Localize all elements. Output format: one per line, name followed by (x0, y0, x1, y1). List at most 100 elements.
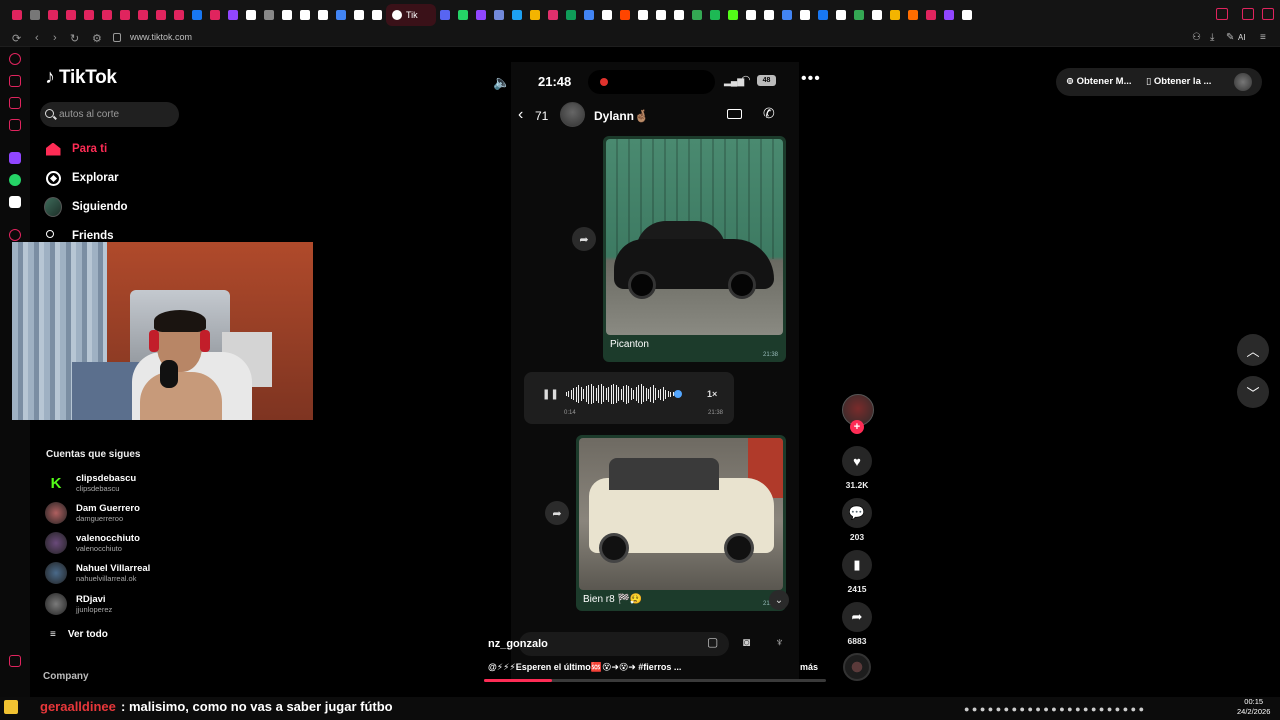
close-window-icon[interactable] (1262, 8, 1274, 20)
refresh-icon[interactable]: ↻ (70, 32, 79, 45)
browser-tab[interactable] (886, 6, 904, 24)
browser-tab[interactable] (350, 6, 368, 24)
browser-tab[interactable] (152, 6, 170, 24)
browser-tab[interactable] (814, 6, 832, 24)
twitch-icon[interactable] (9, 152, 21, 164)
settings-icon[interactable]: ⚙ (92, 32, 102, 45)
more-options-icon[interactable]: ••• (801, 70, 821, 88)
browser-tab[interactable] (490, 6, 508, 24)
video-author[interactable]: nz_gonzalo (488, 638, 548, 650)
video-progress-bar[interactable] (484, 679, 826, 682)
whatsapp-icon[interactable] (9, 174, 21, 186)
browser-tab[interactable] (670, 6, 688, 24)
extensions-icon[interactable] (9, 655, 21, 667)
browser-tab[interactable] (134, 6, 152, 24)
volume-icon[interactable]: 🔈 (493, 74, 510, 91)
back-icon[interactable]: ‹ (35, 32, 39, 44)
see-all-link[interactable]: ≡ Ver todo (50, 629, 108, 640)
browser-tab[interactable] (706, 6, 724, 24)
profile-avatar[interactable] (1234, 73, 1252, 91)
profile-icon[interactable]: ⚇ (1192, 32, 1201, 43)
followed-account[interactable]: RDjavi jjunloperez (45, 593, 112, 615)
browser-tab[interactable] (296, 6, 314, 24)
get-app-button[interactable]: ▯ Obtener la ... (1146, 76, 1211, 87)
nav-for-you[interactable]: Para ti (44, 140, 107, 158)
browser-tab[interactable] (526, 6, 544, 24)
translate-icon[interactable]: ✎ (1226, 32, 1234, 43)
browser-tab[interactable] (922, 6, 940, 24)
browser-tab[interactable] (314, 6, 332, 24)
browser-tab[interactable] (206, 6, 224, 24)
browser-tab[interactable] (454, 6, 472, 24)
nav-explore[interactable]: Explorar (44, 169, 119, 187)
browser-tab[interactable] (170, 6, 188, 24)
pinboard-icon[interactable] (9, 119, 21, 131)
comment-button[interactable]: 💬 203 (842, 498, 872, 542)
followed-account[interactable]: Dam Guerrero damguerreroo (45, 502, 140, 524)
followed-account[interactable]: Nahuel Villarreal nahuelvillarreal.ok (45, 562, 150, 584)
x-icon[interactable] (9, 196, 21, 208)
opera-icon[interactable] (9, 53, 21, 65)
menu-icon[interactable]: ≡ (1260, 32, 1266, 43)
search-input[interactable]: autos al corte (40, 102, 179, 127)
more-button[interactable]: más (800, 662, 818, 672)
minimize-icon[interactable] (1216, 8, 1228, 20)
forward-icon[interactable]: › (53, 32, 57, 44)
browser-tab[interactable] (62, 6, 80, 24)
browser-tab[interactable] (580, 6, 598, 24)
get-coins-button[interactable]: ⊚ Obtener M... (1066, 76, 1132, 87)
browser-tab[interactable] (868, 6, 886, 24)
follow-plus-button[interactable]: + (850, 420, 864, 434)
browser-tab[interactable] (778, 6, 796, 24)
browser-tab[interactable] (796, 6, 814, 24)
nav-following[interactable]: Siguiendo (44, 197, 128, 217)
sound-disc[interactable] (843, 653, 871, 681)
browser-tab[interactable] (116, 6, 134, 24)
browser-tab[interactable] (332, 6, 350, 24)
browser-tab[interactable] (508, 6, 526, 24)
browser-tab[interactable] (544, 6, 562, 24)
history-icon[interactable] (9, 97, 21, 109)
company-link[interactable]: Company (43, 671, 89, 682)
browser-tab[interactable] (598, 6, 616, 24)
like-button[interactable]: ♥ 31.2K (842, 446, 872, 490)
video-player[interactable]: 21:48 ▂▄▆ ◠ 48 ‹ 71 Dylann🤞🏽 ✆ ➦ Picanto… (511, 62, 799, 682)
browser-tab[interactable] (562, 6, 580, 24)
download-icon[interactable]: ⤓ (1210, 32, 1214, 43)
browser-tab[interactable] (98, 6, 116, 24)
save-button[interactable]: ▮ 2415 (842, 550, 872, 594)
browser-tab[interactable] (940, 6, 958, 24)
browser-tab[interactable] (44, 6, 62, 24)
bookmark-icon[interactable] (9, 75, 21, 87)
browser-tab[interactable] (652, 6, 670, 24)
followed-account[interactable]: Kclipsdebascu clipsdebascu (45, 472, 137, 494)
browser-tab[interactable] (242, 6, 260, 24)
browser-tab[interactable] (958, 6, 976, 24)
browser-tab[interactable] (224, 6, 242, 24)
url-text[interactable]: www.tiktok.com (130, 32, 192, 42)
browser-tab[interactable] (724, 6, 742, 24)
share-button[interactable]: ➦ 6883 (842, 602, 872, 646)
ai-button[interactable]: AI (1238, 33, 1246, 42)
next-video-button[interactable]: ﹀ (1237, 376, 1269, 408)
tiktok-logo[interactable]: ♪ TikTok (45, 66, 117, 89)
browser-tab[interactable] (278, 6, 296, 24)
browser-tab[interactable] (436, 6, 454, 24)
browser-tab[interactable] (688, 6, 706, 24)
clock-icon[interactable] (9, 229, 21, 241)
browser-tab[interactable] (742, 6, 760, 24)
browser-tab[interactable] (472, 6, 490, 24)
browser-tab[interactable] (616, 6, 634, 24)
system-tray-icons[interactable]: ● ● ● ● ● ● ● ● ● ● ● ● ● ● ● ● ● ● ● ● … (964, 704, 1144, 714)
browser-tab[interactable] (260, 6, 278, 24)
tab-tiktok-active[interactable]: Tik (386, 3, 436, 26)
browser-tab[interactable] (850, 6, 868, 24)
browser-tab[interactable] (80, 6, 98, 24)
browser-tab[interactable] (26, 6, 44, 24)
browser-tab[interactable] (832, 6, 850, 24)
reload-icon[interactable]: ⟳ (12, 32, 21, 45)
browser-tab[interactable] (634, 6, 652, 24)
browser-tab[interactable] (188, 6, 206, 24)
browser-tab[interactable] (368, 6, 386, 24)
browser-tab[interactable] (8, 6, 26, 24)
